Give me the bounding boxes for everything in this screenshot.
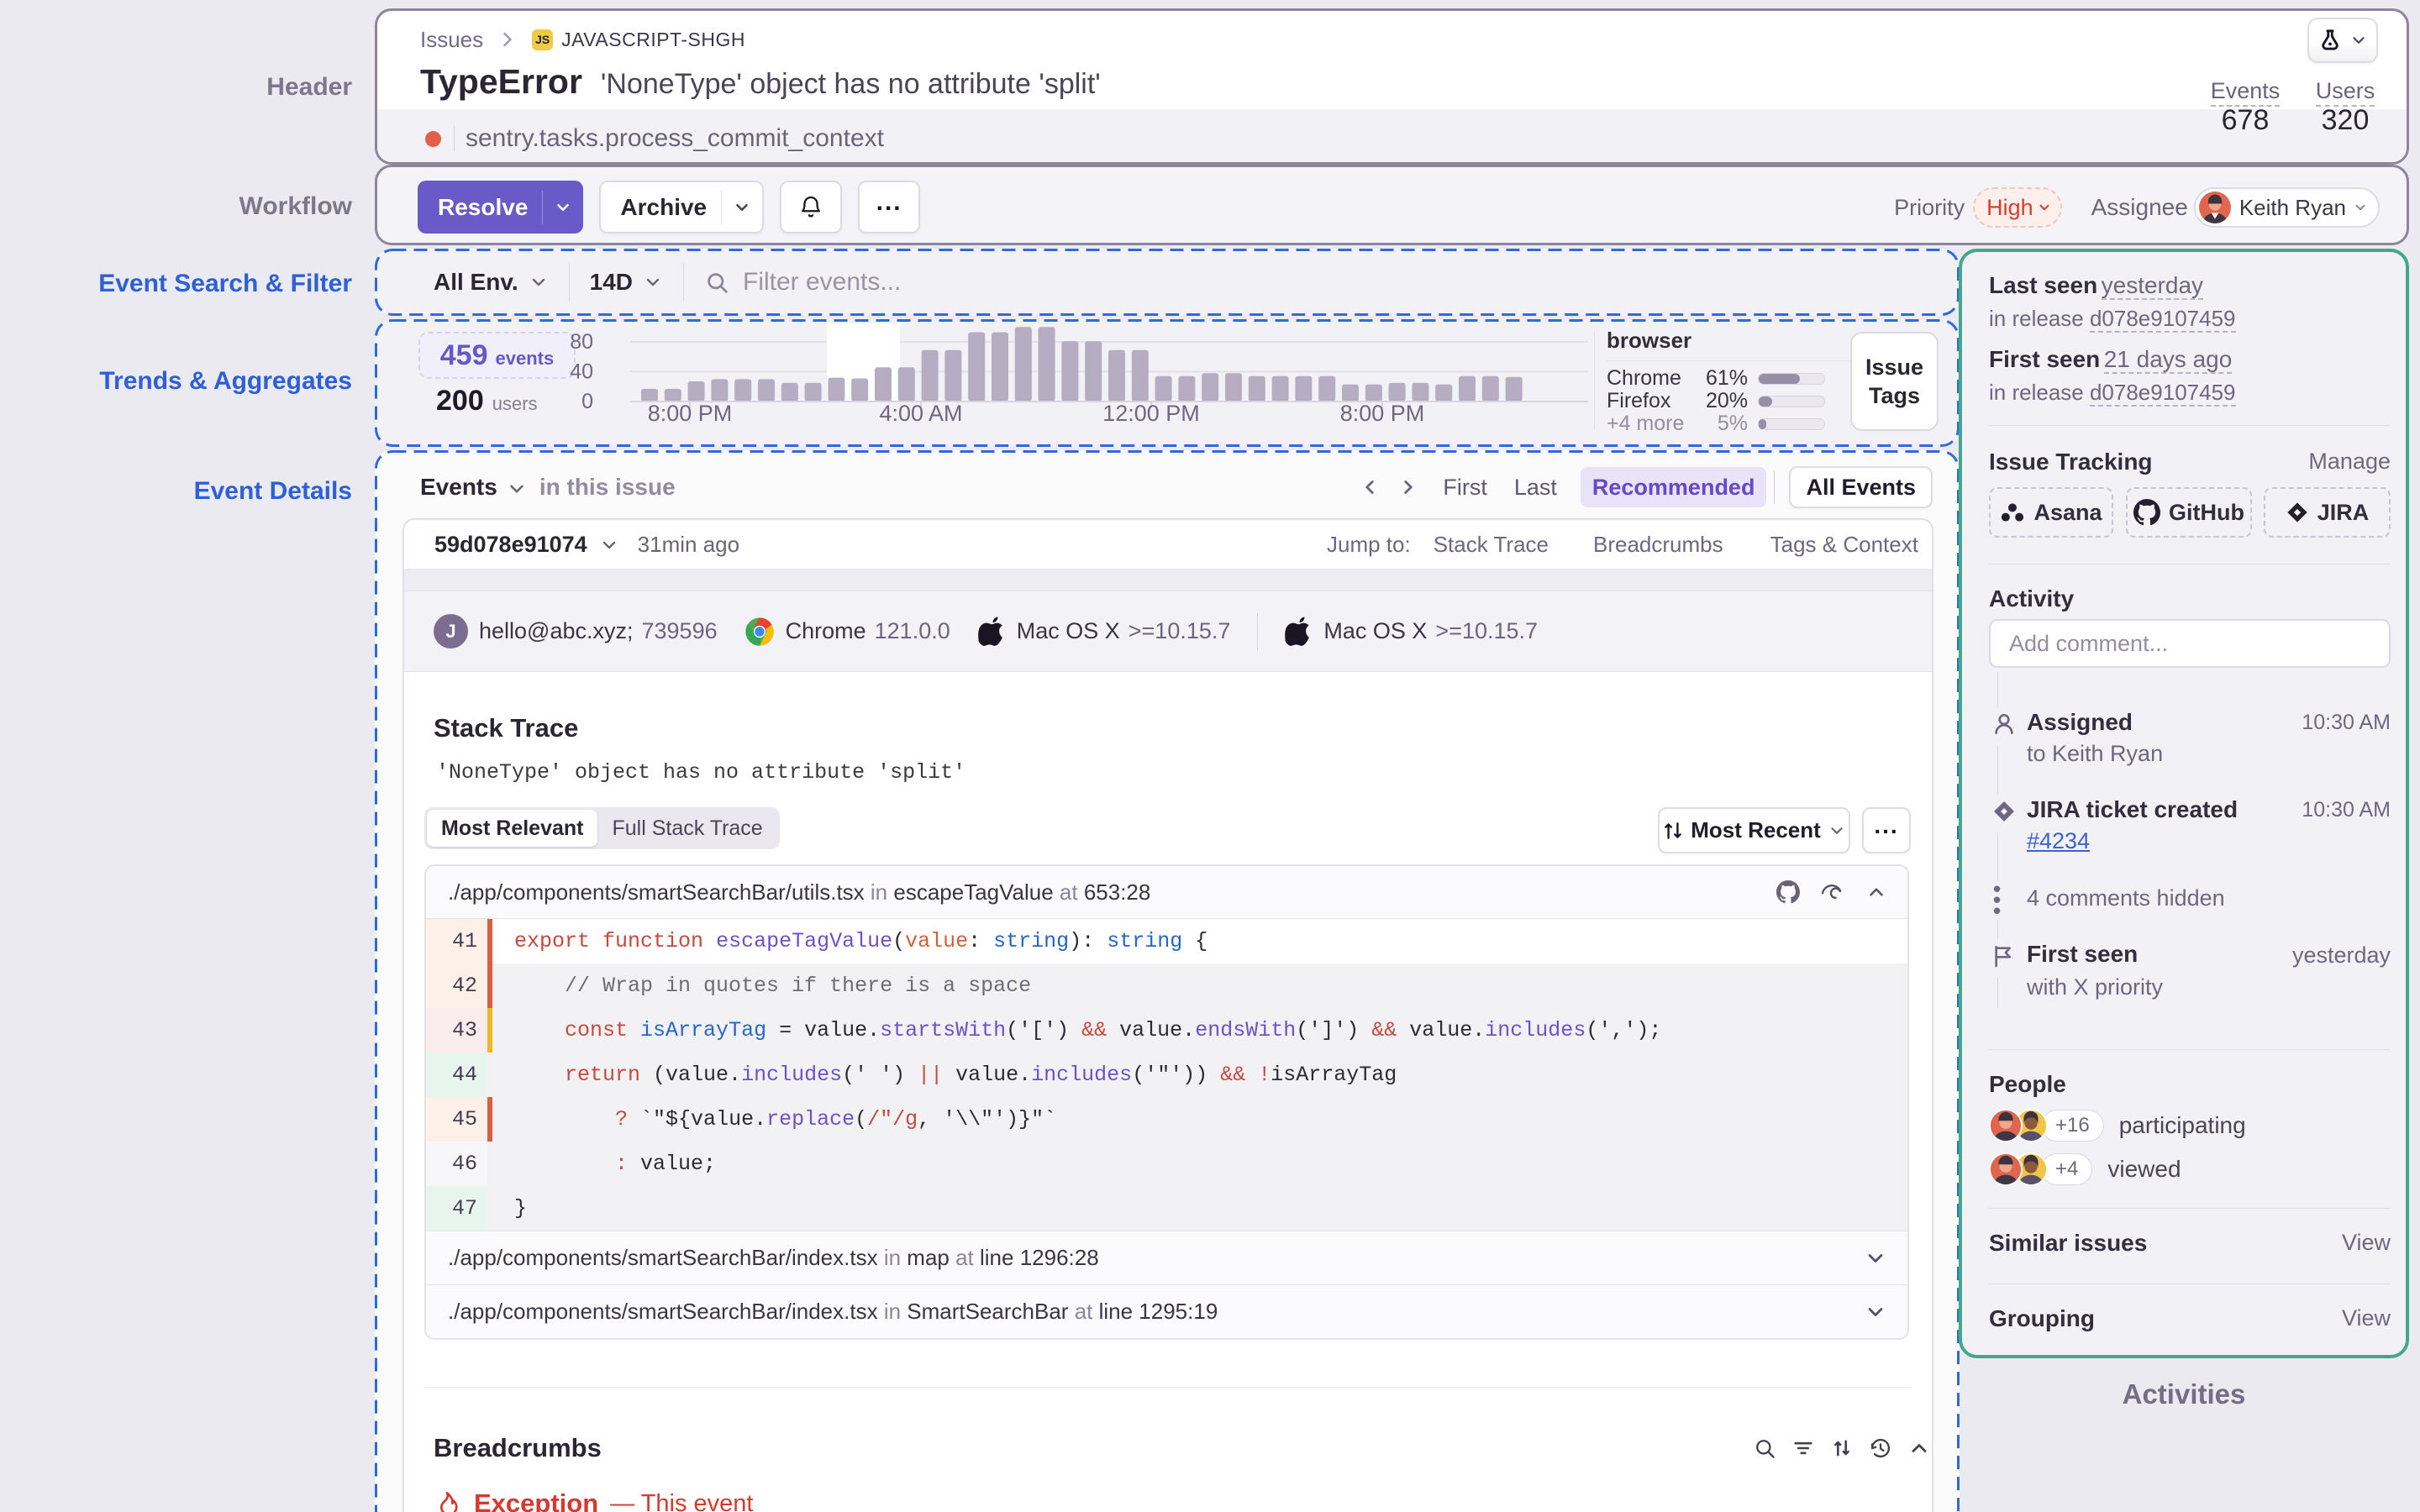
- svg-text:40: 40: [570, 360, 593, 384]
- svg-text:8:00 PM: 8:00 PM: [648, 401, 733, 426]
- svg-text:80: 80: [570, 330, 593, 354]
- svg-text:4:00 AM: 4:00 AM: [879, 401, 962, 426]
- svg-text:12:00 PM: 12:00 PM: [1102, 401, 1200, 426]
- svg-text:8:00 PM: 8:00 PM: [1340, 401, 1425, 426]
- svg-text:0: 0: [581, 390, 593, 413]
